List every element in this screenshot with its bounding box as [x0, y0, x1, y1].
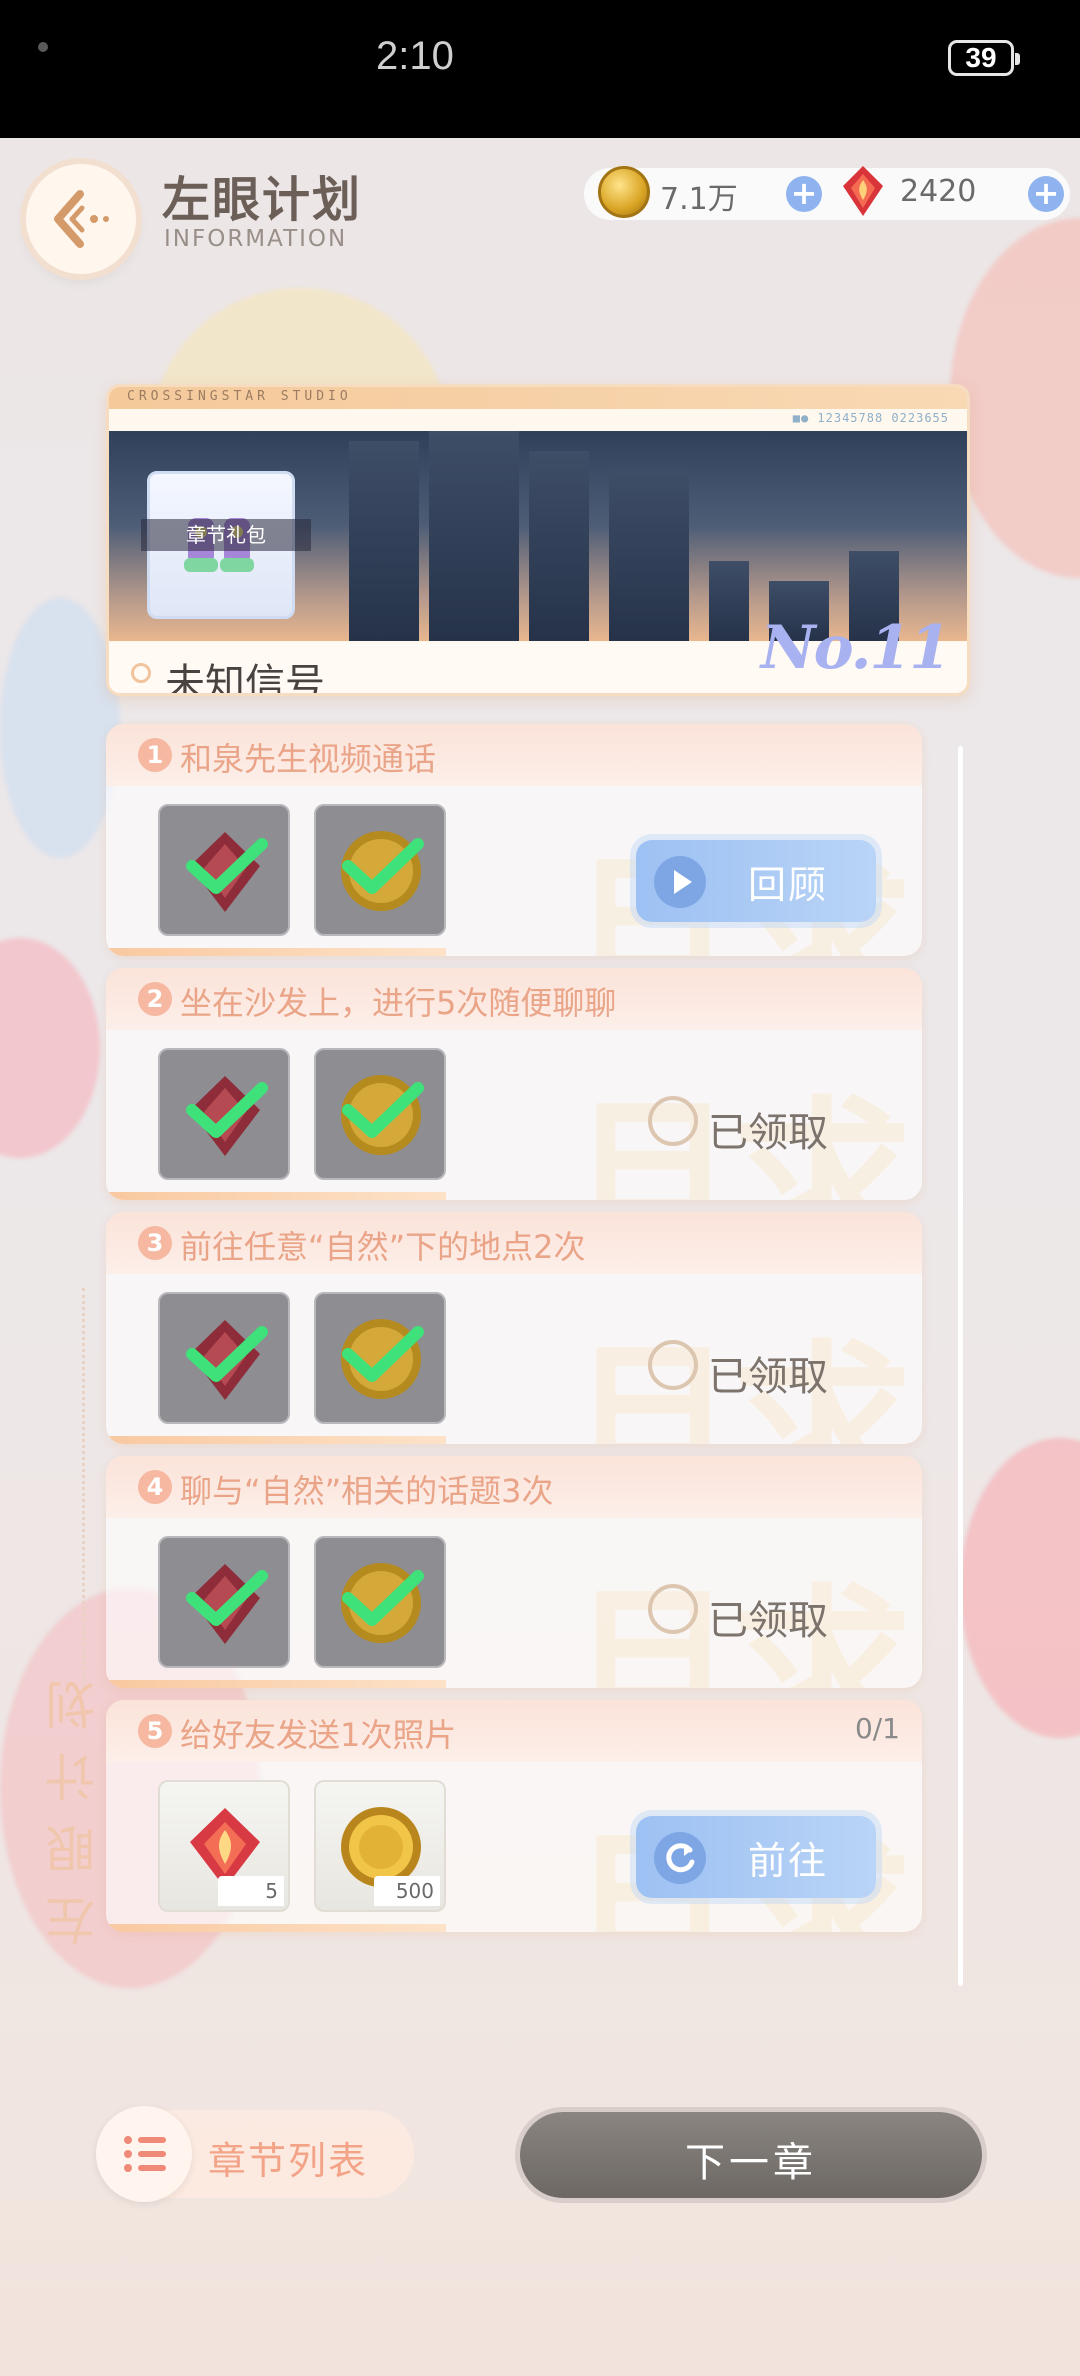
go-button[interactable]: 前往: [636, 1816, 876, 1898]
card-accent-bar: [106, 948, 446, 956]
claimed-check-icon: [648, 1096, 698, 1146]
chapter-name: 未知信号: [165, 661, 325, 696]
reward-coin-claimed: [314, 1048, 446, 1180]
task-card-5: 5 给好友发送1次照片 0/1 旦求 5 500 前往: [106, 1700, 922, 1932]
coin-amount: 7.1万: [660, 182, 738, 217]
reward-coin-claimed: [314, 1292, 446, 1424]
chapter-number: No.11: [760, 613, 951, 683]
back-button[interactable]: [26, 164, 136, 274]
task-title: 坐在沙发上，进行5次随便聊聊: [180, 984, 617, 1022]
task-progress: 0/1: [854, 1712, 900, 1745]
task-header: 4 聊与“自然”相关的话题3次: [106, 1456, 922, 1518]
check-icon: [186, 838, 268, 894]
task-number: 1: [138, 738, 172, 772]
camera-dot: [38, 42, 48, 52]
claimed-label: 已领取: [708, 1354, 828, 1400]
check-icon: [342, 838, 424, 894]
add-coins-button[interactable]: +: [786, 176, 822, 212]
task-header: 1 和泉先生视频通话: [106, 724, 922, 786]
reward-quantity: 500: [374, 1876, 440, 1906]
add-gems-button[interactable]: +: [1028, 176, 1064, 212]
reward-coin-claimed: [314, 804, 446, 936]
task-number: 5: [138, 1714, 172, 1748]
check-icon: [342, 1326, 424, 1382]
page-subtitle: INFORMATION: [164, 226, 348, 252]
bg-blob: [0, 598, 120, 858]
banner-code: ■● 12345788 0223655: [792, 411, 949, 425]
task-title: 聊与“自然”相关的话题3次: [180, 1472, 554, 1510]
review-button-label: 回顾: [748, 863, 829, 907]
scrollbar[interactable]: [958, 746, 963, 1986]
battery-icon: 39: [948, 40, 1020, 76]
claimed-check-icon: [648, 1340, 698, 1390]
chapter-list-label: 章节列表: [208, 2139, 369, 2183]
chapter-list-button[interactable]: 章节列表: [96, 2106, 414, 2202]
next-chapter-button[interactable]: 下一章: [520, 2112, 982, 2198]
side-dotted-line: [82, 1288, 87, 1688]
card-accent-bar: [106, 1192, 446, 1200]
card-accent-bar: [106, 1436, 446, 1444]
refresh-arrow-icon: [654, 1832, 706, 1884]
reward-gem-claimed: [158, 804, 290, 936]
gift-pack-label: 章节礼包: [141, 519, 311, 551]
play-icon: [654, 856, 706, 908]
studio-label: CROSSINGSTAR STUDIO: [127, 389, 352, 404]
status-time: 2:10: [376, 34, 454, 78]
app-screen: 左眼计划 INFORMATION 7.1万 + 2420 + CROSSINGS…: [0, 138, 1080, 2376]
reward-quantity: 5: [218, 1876, 284, 1906]
task-number: 2: [138, 982, 172, 1016]
coin-icon: [598, 166, 650, 218]
task-number: 4: [138, 1470, 172, 1504]
page-title: 左眼计划: [162, 172, 363, 228]
reward-coin[interactable]: 500: [314, 1780, 446, 1912]
task-header: 5 给好友发送1次照片 0/1: [106, 1700, 922, 1762]
next-chapter-label: 下一章: [685, 2140, 817, 2186]
claimed-label: 已领取: [708, 1110, 828, 1156]
task-header: 3 前往任意“自然”下的地点2次: [106, 1212, 922, 1274]
task-card-4: 4 聊与“自然”相关的话题3次 旦求 已领取: [106, 1456, 922, 1688]
claimed-label: 已领取: [708, 1598, 828, 1644]
chapter-banner: CROSSINGSTAR STUDIO ■● 12345788 0223655 …: [106, 384, 970, 696]
status-bar: 2:10 39: [0, 0, 1080, 138]
task-card-1: 1 和泉先生视频通话 旦求 回顾: [106, 724, 922, 956]
task-header: 2 坐在沙发上，进行5次随便聊聊: [106, 968, 922, 1030]
check-icon: [186, 1570, 268, 1626]
task-title: 给好友发送1次照片: [180, 1716, 457, 1754]
task-card-3: 3 前往任意“自然”下的地点2次 旦求 已领取: [106, 1212, 922, 1444]
card-accent-bar: [106, 1924, 446, 1932]
currency-bar: 7.1万 + 2420 +: [584, 166, 1070, 220]
side-vertical-title: 左眼计划: [45, 1658, 103, 1946]
gem-icon: [843, 166, 883, 216]
card-accent-bar: [106, 1680, 446, 1688]
check-icon: [342, 1082, 424, 1138]
list-icon: [96, 2106, 192, 2202]
banner-top-strip: CROSSINGSTAR STUDIO: [109, 387, 967, 409]
reward-coin-claimed: [314, 1536, 446, 1668]
task-title: 前往任意“自然”下的地点2次: [180, 1228, 586, 1266]
go-button-label: 前往: [748, 1839, 829, 1883]
check-icon: [186, 1082, 268, 1138]
chapter-dot-icon: [131, 663, 151, 683]
back-arrow-icon: [54, 190, 109, 248]
reward-gem-claimed: [158, 1536, 290, 1668]
bg-blob: [960, 1438, 1080, 1738]
reward-gem[interactable]: 5: [158, 1780, 290, 1912]
task-card-2: 2 坐在沙发上，进行5次随便聊聊 旦求 已领取: [106, 968, 922, 1200]
reward-gem-claimed: [158, 1048, 290, 1180]
task-title: 和泉先生视频通话: [180, 740, 437, 778]
check-icon: [342, 1570, 424, 1626]
task-number: 3: [138, 1226, 172, 1260]
check-icon: [186, 1326, 268, 1382]
review-button[interactable]: 回顾: [636, 840, 876, 922]
gem-amount: 2420: [900, 174, 977, 209]
reward-gem-claimed: [158, 1292, 290, 1424]
bg-blob: [0, 938, 100, 1158]
claimed-check-icon: [648, 1584, 698, 1634]
